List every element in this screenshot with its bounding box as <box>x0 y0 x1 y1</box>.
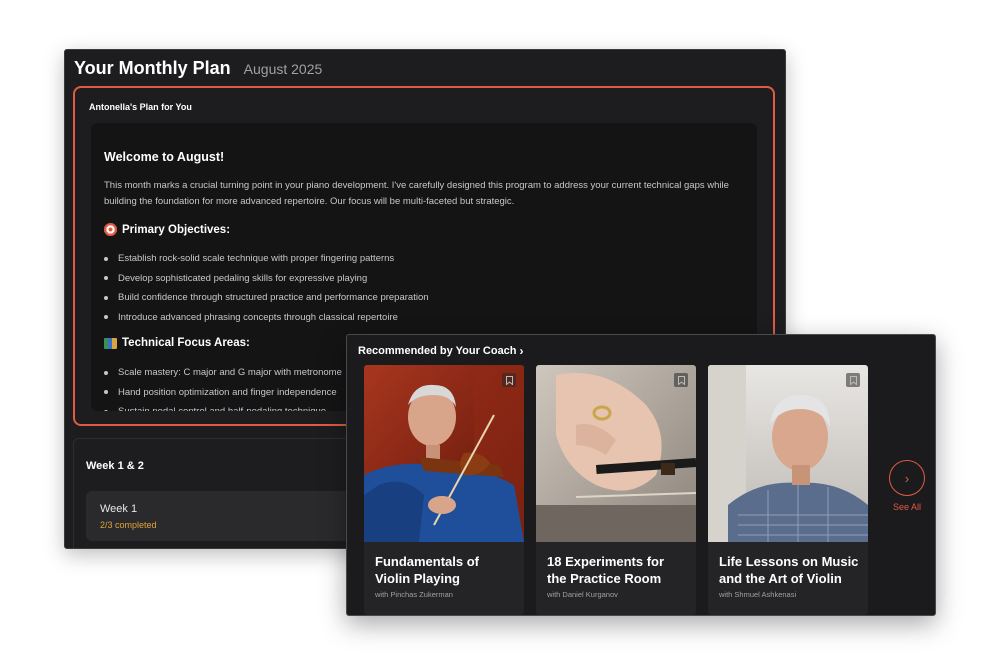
list-item: Hand position optimization and finger in… <box>104 383 342 403</box>
primary-objectives-heading: Primary Objectives: <box>104 223 230 236</box>
chevron-right-icon: › <box>519 344 524 358</box>
bullet-icon <box>104 276 108 281</box>
week-progress-text: 2/3 completed <box>100 520 157 530</box>
see-all-button[interactable]: › See All <box>887 460 927 512</box>
books-icon <box>104 337 117 349</box>
list-item: Develop sophisticated pedaling skills fo… <box>104 269 429 289</box>
plan-header: Your Monthly Plan August 2025 <box>74 58 322 88</box>
intro-paragraph: This month marks a crucial turning point… <box>104 180 729 207</box>
bookmark-icon[interactable] <box>502 373 516 387</box>
week-group-title: Week 1 & 2 <box>86 460 144 472</box>
week-label: Week 1 <box>100 503 138 515</box>
list-item-text: Scale mastery: C major and G major with … <box>118 367 342 378</box>
bullet-icon <box>104 409 108 411</box>
course-thumbnail <box>536 365 696 542</box>
recommendations-window: Recommended by Your Coach › Fundamentals… <box>346 334 936 616</box>
bullet-icon <box>104 295 108 300</box>
recommendations-header[interactable]: Recommended by Your Coach › <box>358 344 524 358</box>
list-item-text: Hand position optimization and finger in… <box>118 386 337 398</box>
page-title: Your Monthly Plan <box>74 58 231 78</box>
list-item-text: Establish rock-solid scale technique wit… <box>118 253 395 264</box>
bullet-icon <box>104 370 108 375</box>
course-title: 18 Experiments for the Practice Room <box>547 554 665 586</box>
list-item-text: Introduce advanced phrasing concepts thr… <box>118 311 398 323</box>
see-all-label: See All <box>892 502 922 512</box>
bullet-icon <box>104 315 108 320</box>
bullet-icon <box>104 256 108 261</box>
bullet-icon <box>104 390 108 395</box>
welcome-heading: Welcome to August! <box>104 150 225 164</box>
recommendations-title: Recommended by Your Coach <box>358 345 517 357</box>
list-item: Build confidence through structured prac… <box>104 288 429 308</box>
plan-month: August 2025 <box>243 61 323 77</box>
chevron-right-icon[interactable]: › <box>889 460 925 496</box>
primary-objectives-list: Establish rock-solid scale technique wit… <box>104 249 429 327</box>
list-item-text: Sustain pedal control and half-pedaling … <box>118 402 326 411</box>
violinist-photo <box>364 365 524 542</box>
technical-focus-label: Technical Focus Areas: <box>122 337 250 349</box>
course-card[interactable]: 18 Experiments for the Practice Room wit… <box>536 365 696 615</box>
list-item: Introduce advanced phrasing concepts thr… <box>104 308 429 328</box>
teacher-portrait-photo <box>708 365 868 542</box>
hand-bow-photo <box>536 365 696 542</box>
plan-card-title: Antonella's Plan for You <box>89 102 192 112</box>
course-instructor: with Pinchas Zukerman <box>375 590 453 599</box>
course-card[interactable]: Fundamentals of Violin Playing with Pinc… <box>364 365 524 615</box>
technical-focus-heading: Technical Focus Areas: <box>104 337 250 349</box>
bookmark-icon[interactable] <box>674 373 688 387</box>
list-item-text: Build confidence through structured prac… <box>118 292 429 303</box>
course-thumbnail <box>364 365 524 542</box>
course-instructor: with Shmuel Ashkenasi <box>719 590 797 599</box>
list-item-text: Develop sophisticated pedaling skills fo… <box>118 272 368 284</box>
course-title: Fundamentals of Violin Playing <box>375 554 480 586</box>
bookmark-icon[interactable] <box>846 373 860 387</box>
primary-objectives-label: Primary Objectives: <box>122 223 231 236</box>
course-thumbnail <box>708 365 868 542</box>
list-item: Scale mastery: C major and G major with … <box>104 363 342 383</box>
technical-focus-list: Scale mastery: C major and G major with … <box>104 363 342 411</box>
list-item: Sustain pedal control and half-pedaling … <box>104 402 342 411</box>
course-instructor: with Daniel Kurganov <box>547 590 618 599</box>
course-title: Life Lessons on Music and the Art of Vio… <box>719 554 859 586</box>
course-card[interactable]: Life Lessons on Music and the Art of Vio… <box>708 365 868 615</box>
list-item: Establish rock-solid scale technique wit… <box>104 249 429 269</box>
target-icon <box>104 223 117 236</box>
